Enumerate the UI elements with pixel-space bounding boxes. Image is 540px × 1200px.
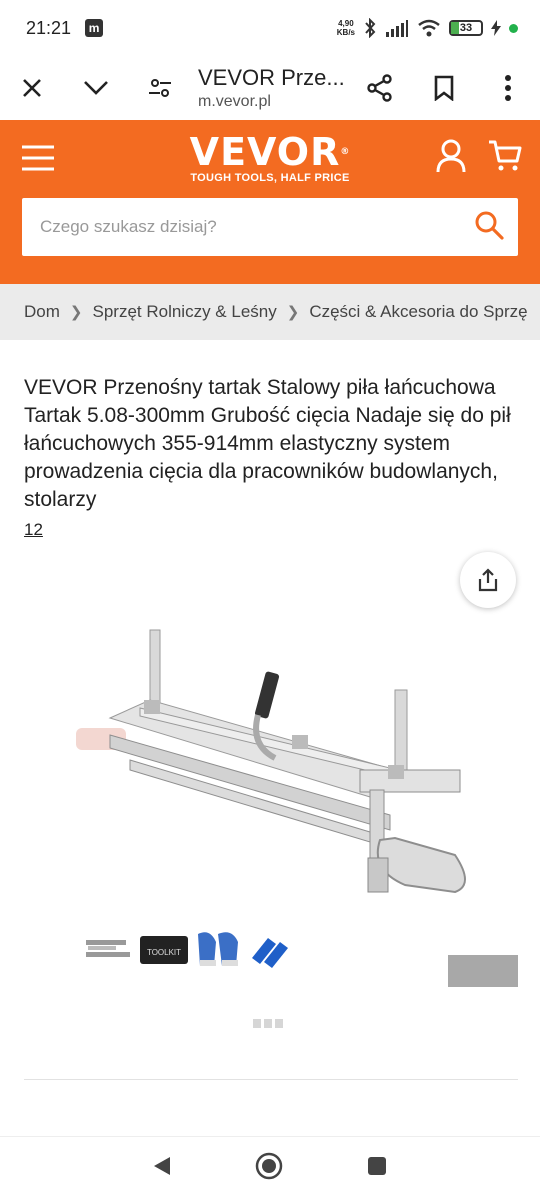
- browser-toolbar: VEVOR Prze... m.vevor.pl: [0, 56, 540, 120]
- page-title: VEVOR Prze...: [198, 65, 345, 90]
- bookmark-icon: [434, 75, 454, 101]
- site-settings-button[interactable]: [128, 56, 192, 120]
- divider: [24, 1079, 518, 1080]
- breadcrumb-item-home[interactable]: Dom: [24, 302, 60, 322]
- share-icon: [367, 74, 392, 102]
- breadcrumb-item-category[interactable]: Sprzęt Rolniczy & Leśny: [92, 302, 276, 322]
- search-input[interactable]: [40, 217, 474, 237]
- charging-icon: [491, 20, 501, 36]
- carousel-dots[interactable]: [253, 1019, 283, 1028]
- status-time: 21:21: [26, 17, 72, 38]
- recents-icon: [368, 1157, 387, 1175]
- share-page-button[interactable]: [348, 56, 412, 120]
- cart-icon: [489, 140, 522, 170]
- net-speed: 4,90 KB/s: [336, 19, 355, 37]
- minimize-tab-button[interactable]: [64, 56, 128, 120]
- wifi-icon: [418, 19, 440, 37]
- back-icon: [153, 1157, 170, 1175]
- back-button[interactable]: [152, 1155, 172, 1182]
- chevron-right-icon: ❯: [69, 304, 83, 321]
- carousel-dot[interactable]: [253, 1019, 261, 1028]
- account-button[interactable]: [436, 139, 466, 178]
- bookmark-button[interactable]: [412, 56, 476, 120]
- carousel-dot[interactable]: [264, 1019, 272, 1028]
- close-tab-button[interactable]: [0, 56, 64, 120]
- app-notification-icon: m: [85, 19, 104, 37]
- breadcrumb: Dom ❯ Sprzęt Rolniczy & Leśny ❯ Części &…: [0, 284, 540, 340]
- url-block[interactable]: VEVOR Prze... m.vevor.pl: [192, 65, 348, 111]
- status-bar: 21:21 m 4,90 KB/s 33: [0, 0, 540, 56]
- breadcrumb-item-subcategory[interactable]: Części & Akcesoria do Sprzę: [309, 302, 527, 322]
- battery-icon: 33: [449, 20, 483, 36]
- logo-tagline: TOUGH TOOLS, HALF PRICE: [190, 172, 350, 184]
- cart-button[interactable]: [488, 139, 522, 178]
- upload-share-icon: [478, 568, 498, 592]
- vevor-logo[interactable]: VEVOR® TOUGH TOOLS, HALF PRICE: [190, 132, 351, 184]
- more-options-button[interactable]: [476, 56, 540, 120]
- toolkit-label: TOOLKIT: [147, 948, 181, 957]
- close-icon: [23, 79, 41, 97]
- search-box[interactable]: [22, 198, 518, 256]
- bluetooth-icon: [365, 18, 376, 38]
- home-button[interactable]: [255, 1152, 283, 1185]
- site-header: VEVOR® TOUGH TOOLS, HALF PRICE: [0, 120, 540, 284]
- signal-icon: [386, 20, 408, 37]
- accessories-image: TOOLKIT: [86, 932, 288, 968]
- chevron-right-icon: ❯: [286, 304, 300, 321]
- chevron-down-icon: [84, 81, 108, 95]
- carousel-dot[interactable]: [275, 1019, 283, 1028]
- hamburger-menu-icon: [22, 145, 54, 171]
- system-nav-bar: [0, 1136, 540, 1200]
- product-title: VEVOR Przenośny tartak Stalowy piła łańc…: [24, 376, 511, 511]
- product-image[interactable]: [60, 600, 480, 920]
- privacy-dot-icon: [509, 23, 518, 33]
- more-vert-icon: [505, 75, 511, 101]
- search-button[interactable]: [474, 210, 504, 245]
- menu-button[interactable]: [18, 138, 58, 178]
- review-count-link[interactable]: 12: [24, 520, 43, 540]
- tune-icon: [149, 79, 171, 97]
- page-url: m.vevor.pl: [198, 93, 271, 110]
- user-icon: [436, 139, 466, 172]
- image-thumbnail-placeholder[interactable]: [448, 955, 518, 987]
- recents-button[interactable]: [366, 1155, 388, 1182]
- search-icon: [475, 211, 504, 240]
- home-icon: [255, 1152, 283, 1180]
